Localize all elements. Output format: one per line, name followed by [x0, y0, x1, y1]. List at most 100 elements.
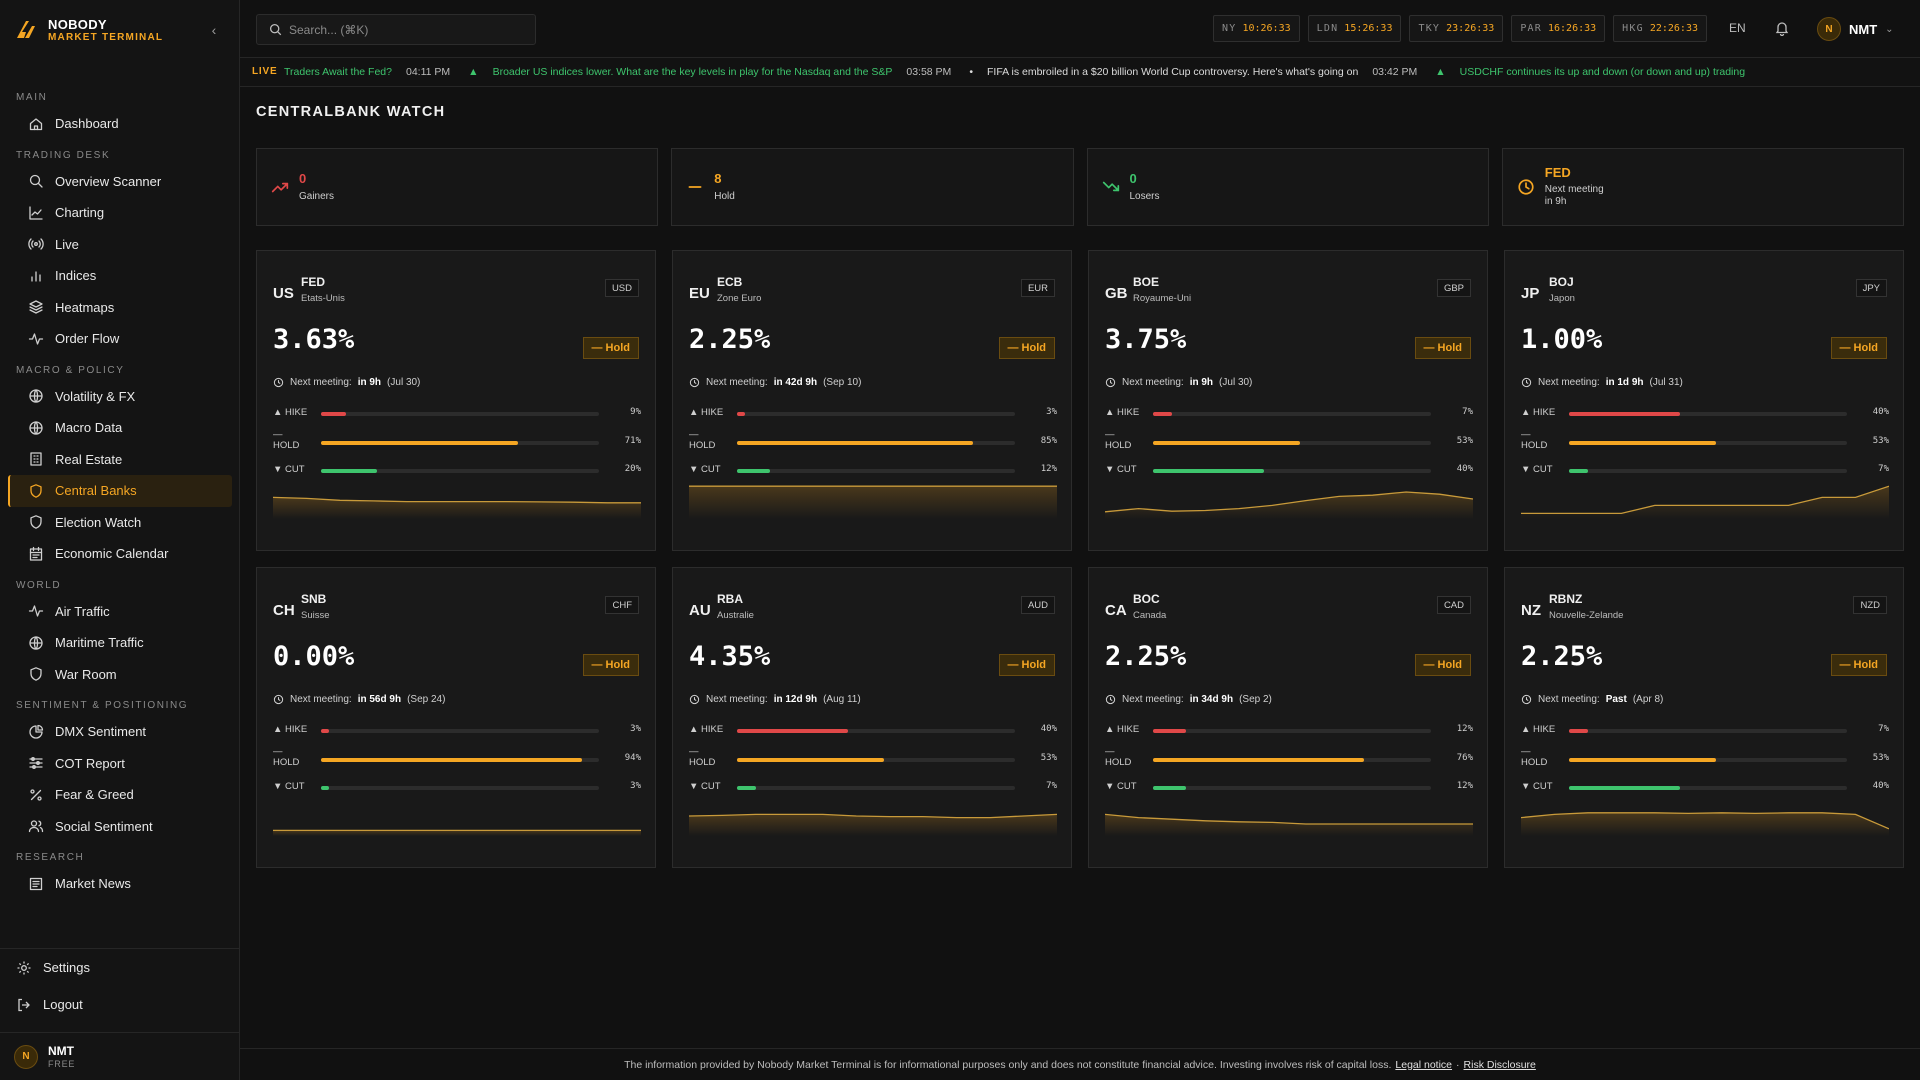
ticker-item[interactable]: ▲ Broader US indices lower. What are the … — [468, 66, 951, 78]
next-meeting-label: Next meeting: — [706, 694, 768, 705]
sidebar-user[interactable]: N NMT FREE — [0, 1032, 240, 1080]
collapse-sidebar-button[interactable]: ‹ — [204, 20, 224, 40]
bank-name: SNB — [301, 592, 327, 606]
bank-card-rba[interactable]: AU RBA Australie AUD 4.35% — Hold Next meeting… — [672, 567, 1072, 868]
currency-badge: AUD — [1020, 596, 1055, 614]
sidebar-item-indices[interactable]: Indices — [8, 260, 232, 292]
sidebar-item-label: Volatility & FX — [55, 388, 136, 404]
hike-bar-fill — [737, 729, 849, 733]
sidebar-item-fear-greed[interactable]: Fear & Greed — [8, 779, 232, 811]
currency-badge: NZD — [1853, 596, 1887, 614]
arrow-down-icon: ▼ — [1105, 781, 1115, 792]
clock-ldn: LDN 15:26:33 — [1307, 15, 1402, 42]
ticker-item[interactable]: ▲ USDCHF continues its up and down (or do… — [1435, 66, 1745, 78]
clock-time: 23:26:33 — [1446, 23, 1495, 34]
sidebar-item-dashboard[interactable]: Dashboard — [8, 108, 232, 140]
sidebar-item-label: War Room — [55, 666, 117, 682]
sidebar-item-charting[interactable]: Charting — [8, 197, 232, 229]
search-box[interactable] — [256, 14, 536, 45]
policy-rate: 2.25% — [1105, 641, 1187, 672]
clock-icon — [1521, 694, 1532, 705]
percent-icon — [28, 787, 44, 803]
sidebar-item-real-estate[interactable]: Real Estate — [8, 444, 232, 476]
summary-sublabel: in 9h — [1544, 195, 1567, 207]
cut-label: CUT — [1533, 464, 1553, 475]
sidebar-item-air-traffic[interactable]: Air Traffic — [8, 596, 232, 628]
hike-probability-row: ▲ HIKE 40% — [1521, 407, 1889, 421]
currency-badge: CAD — [1436, 596, 1471, 614]
sidebar-item-heatmaps[interactable]: Heatmaps — [8, 292, 232, 324]
summary-label: Losers — [1129, 190, 1160, 202]
hold-percent: 94% — [624, 753, 641, 763]
sidebar-item-label: Air Traffic — [55, 603, 110, 619]
globe-icon — [28, 388, 44, 404]
summary-row: 0 Gainers 8 Hold 0 Losers FED Next meeting in 9h — [256, 148, 1904, 226]
chevron-left-icon: ‹ — [211, 22, 217, 38]
rate-sparkline — [1521, 485, 1889, 519]
hike-probability-row: ▲ HIKE 12% — [1105, 724, 1473, 738]
hike-bar-fill — [1153, 412, 1173, 416]
sidebar-item-election-watch[interactable]: Election Watch — [8, 507, 232, 539]
sidebar-item-label: Election Watch — [55, 514, 142, 530]
ticker-time: 04:11 PM — [405, 66, 451, 78]
search-input[interactable] — [289, 22, 529, 37]
world-clocks: NY 10:26:33 LDN 15:26:33 TKY 23:26:33 PAR 16:26… — [1213, 15, 1707, 42]
bank-card-fed[interactable]: US FED Etats-Unis USD 3.63% — Hold Next meetin… — [256, 250, 656, 551]
settings-button[interactable]: Settings — [0, 949, 240, 986]
bank-card-boc[interactable]: CA BOC Canada CAD 2.25% — Hold Next meeting: in… — [1088, 567, 1488, 868]
sidebar-item-central-banks[interactable]: Central Banks — [8, 475, 232, 507]
country-code: CA — [1105, 602, 1127, 619]
sidebar-item-macro-data[interactable]: Macro Data — [8, 412, 232, 444]
policy-rate: 1.00% — [1521, 324, 1603, 355]
user-menu[interactable]: N NMT ⌄ — [1817, 17, 1894, 41]
cut-percent: 7% — [1046, 781, 1057, 791]
sidebar-item-social-sentiment[interactable]: Social Sentiment — [8, 811, 232, 843]
hold-track — [737, 441, 1015, 445]
language-selector[interactable]: EN — [1729, 21, 1746, 35]
bank-card-rbnz[interactable]: NZ RBNZ Nouvelle-Zelande NZD 2.25% — Hold Next… — [1504, 567, 1904, 868]
next-meeting-eta: in 42d 9h — [773, 377, 818, 388]
hike-track — [737, 412, 1015, 416]
bell-icon[interactable] — [1774, 20, 1790, 36]
activity-icon — [28, 331, 44, 347]
ticker-prefix: ▲ — [468, 66, 479, 78]
bank-card-boj[interactable]: JP BOJ Japon JPY 1.00% — Hold Next meeting: in … — [1504, 250, 1904, 551]
sparkline-area — [689, 486, 1057, 519]
sidebar-item-overview-scanner[interactable]: Overview Scanner — [8, 166, 232, 198]
ticker-item[interactable]: • FIFA is embroiled in a $20 billion Worl… — [969, 66, 1417, 78]
logout-button[interactable]: Logout — [0, 986, 240, 1023]
status-badge: — Hold — [998, 337, 1055, 359]
bank-card-snb[interactable]: CH SNB Suisse CHF 0.00% — Hold Next meeting: in… — [256, 567, 656, 868]
risk-disclosure-link[interactable]: Risk Disclosure — [1464, 1059, 1536, 1071]
bank-name: ECB — [717, 275, 743, 289]
hold-probability-row: — HOLD 53% — [1105, 429, 1473, 451]
hold-probability-row: — HOLD 53% — [689, 746, 1057, 768]
hike-label: HIKE — [1117, 407, 1140, 418]
bank-card-ecb[interactable]: EU ECB Zone Euro EUR 2.25% — Hold Next meeting… — [672, 250, 1072, 551]
arrow-down-icon: ▼ — [1105, 464, 1115, 475]
hold-bar-fill — [321, 758, 583, 762]
hold-label: HOLD — [273, 756, 300, 768]
clock-time: 10:26:33 — [1242, 23, 1291, 34]
sidebar-item-cot-report[interactable]: COT Report — [8, 748, 232, 780]
sidebar-item-live[interactable]: Live — [8, 229, 232, 261]
hold-dash: — — [1105, 429, 1115, 440]
cut-probability-row: ▼ CUT 20% — [273, 464, 641, 478]
hold-label: HOLD — [1105, 756, 1132, 768]
calendar-icon — [28, 546, 44, 562]
next-meeting-date: (Jul 31) — [1649, 377, 1683, 388]
next-meeting-date: (Apr 8) — [1632, 694, 1664, 705]
brand[interactable]: NOBODY MARKET TERMINAL — [14, 14, 163, 46]
sidebar-item-dmx-sentiment[interactable]: DMX Sentiment — [8, 716, 232, 748]
legal-notice-link[interactable]: Legal notice — [1395, 1059, 1452, 1071]
ticker-item[interactable]: Traders Await the Fed? 04:11 PM — [284, 66, 450, 78]
sidebar-item-economic-calendar[interactable]: Economic Calendar — [8, 538, 232, 570]
sidebar-item-order-flow[interactable]: Order Flow — [8, 323, 232, 355]
sidebar-item-war-room[interactable]: War Room — [8, 659, 232, 691]
cut-percent: 40% — [1456, 464, 1473, 474]
sidebar-item-market-news[interactable]: Market News — [8, 868, 232, 900]
cut-probability-row: ▼ CUT 3% — [273, 781, 641, 795]
sidebar-item-volatility-fx[interactable]: Volatility & FX — [8, 381, 232, 413]
sidebar-item-maritime-traffic[interactable]: Maritime Traffic — [8, 627, 232, 659]
bank-card-boe[interactable]: GB BOE Royaume-Uni GBP 3.75% — Hold Next meeti… — [1088, 250, 1488, 551]
